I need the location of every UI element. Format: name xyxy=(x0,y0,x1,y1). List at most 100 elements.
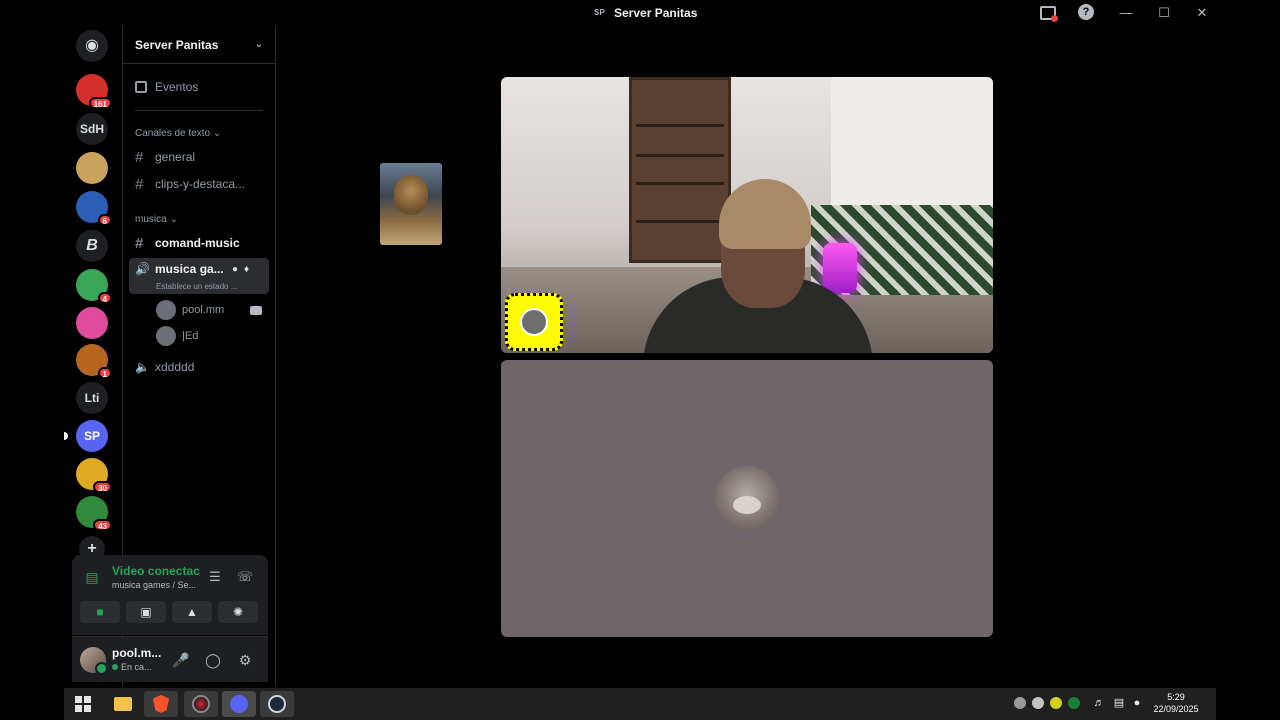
video-scene xyxy=(719,179,811,249)
channel-comand-music[interactable]: # comand-music xyxy=(135,232,267,254)
window-title: SP Server Panitas xyxy=(594,6,697,20)
camera-icon: ■ xyxy=(96,605,104,619)
chevron-down-icon: ⌄ xyxy=(254,39,263,50)
discord-home-button[interactable]: ◉ xyxy=(76,30,108,62)
inbox-icon xyxy=(1040,6,1058,22)
events-label: Eventos xyxy=(155,80,199,94)
server-icon-4[interactable]: 6 xyxy=(76,191,112,226)
taskbar-brave[interactable] xyxy=(144,691,178,717)
voice-user-ed[interactable]: |Ed xyxy=(156,326,198,346)
camera-button[interactable]: ■ xyxy=(80,601,120,623)
events-link[interactable]: Eventos xyxy=(135,80,198,94)
taskbar-steam[interactable] xyxy=(260,691,294,717)
clock-date: 22/09/2025 xyxy=(1153,704,1199,714)
minimize-button[interactable]: — xyxy=(1116,4,1136,22)
server-icon-lti[interactable]: Lti xyxy=(76,382,108,414)
start-button[interactable] xyxy=(66,691,100,717)
microphone-tray-icon[interactable]: ● xyxy=(1130,696,1144,710)
tray-app-icon[interactable] xyxy=(1032,697,1044,709)
tray-app-icon[interactable] xyxy=(1050,697,1062,709)
server-icon-8[interactable]: 1 xyxy=(76,344,112,379)
voice-user-name: pool.mm xyxy=(182,304,225,316)
app-icon xyxy=(192,695,210,713)
channel-clips[interactable]: # clips-y-destaca... xyxy=(135,173,267,195)
chat-icon[interactable]: ● xyxy=(232,264,238,275)
voice-channel-label: xddddd xyxy=(155,360,195,374)
hash-icon: # xyxy=(135,175,144,193)
mention-badge: 43 xyxy=(93,519,112,531)
soundboard-icon: ✺ xyxy=(232,605,244,619)
voice-channel-label: musica ga... xyxy=(155,262,224,276)
invite-icon[interactable]: ♦ xyxy=(244,264,249,275)
video-tile-avatar[interactable] xyxy=(501,360,993,637)
hash-icon: # xyxy=(135,148,144,166)
divider xyxy=(135,110,263,111)
channel-general[interactable]: # general xyxy=(135,146,267,168)
windows-icon xyxy=(75,696,91,712)
avatar[interactable] xyxy=(80,647,108,675)
network-icon[interactable]: ▤ xyxy=(1112,696,1126,710)
soundboard-button[interactable]: ✺ xyxy=(218,601,258,623)
taskbar-discord[interactable] xyxy=(222,691,256,717)
server-icon-12[interactable]: 43 xyxy=(76,496,112,531)
inbox-button[interactable] xyxy=(1040,4,1060,22)
snapcode-overlay xyxy=(505,293,563,351)
server-icon-1[interactable]: 161 xyxy=(76,74,112,109)
online-dot xyxy=(112,664,118,670)
server-icon-3[interactable] xyxy=(76,152,108,184)
maximize-button[interactable]: ☐ xyxy=(1154,4,1174,22)
clock[interactable]: 5:29 22/09/2025 xyxy=(1144,691,1208,715)
mention-badge: 4 xyxy=(97,292,112,304)
clock-time: 5:29 xyxy=(1167,692,1185,702)
microphone-icon[interactable]: 🎤 xyxy=(172,651,190,669)
video-tile-camera[interactable] xyxy=(501,77,993,353)
user-status-text: En ca... xyxy=(121,662,152,672)
noise-suppression-icon[interactable]: ☰ xyxy=(206,569,224,585)
voice-user-pool[interactable]: pool.mm xyxy=(156,300,224,320)
tray-app-icon[interactable] xyxy=(1068,697,1080,709)
taskbar-explorer[interactable] xyxy=(106,691,140,717)
channel-label: clips-y-destaca... xyxy=(155,177,246,191)
server-icon-11[interactable]: 30 xyxy=(76,458,112,493)
screen-share-button[interactable]: ▣ xyxy=(126,601,166,623)
avatar xyxy=(156,326,176,346)
selected-indicator xyxy=(64,432,68,440)
user-name[interactable]: pool.m... xyxy=(112,646,168,660)
volume-icon[interactable]: ♬ xyxy=(1092,696,1106,710)
server-icon-sp[interactable]: SP xyxy=(64,420,108,452)
steam-tray-icon[interactable] xyxy=(1014,697,1026,709)
category-musica[interactable]: musica ⌄ xyxy=(135,214,178,225)
server-icon-sdh[interactable]: SdH xyxy=(76,113,108,145)
help-button[interactable]: ? xyxy=(1078,4,1098,22)
folder-icon xyxy=(114,697,132,711)
close-button[interactable]: ✕ xyxy=(1192,4,1212,22)
category-text-channels[interactable]: Canales de texto ⌄ xyxy=(135,128,221,139)
camera-icon xyxy=(250,306,262,315)
window-controls: ? — ☐ ✕ xyxy=(1022,4,1212,22)
chevron-down-icon: ⌄ xyxy=(169,214,178,225)
taskbar-app[interactable] xyxy=(184,691,218,717)
activity-button[interactable]: ▲ xyxy=(172,601,212,623)
mention-badge: 30 xyxy=(93,481,112,493)
headphones-icon[interactable]: ◯ xyxy=(204,651,222,669)
voice-status-title[interactable]: Video conectac xyxy=(112,564,200,578)
server-icon-7[interactable] xyxy=(76,307,108,339)
disconnect-icon[interactable]: ☏ xyxy=(236,569,254,585)
voice-channel-xddddd[interactable]: 🔈 xddddd xyxy=(135,356,267,378)
os-taskbar: ♬ ▤ ● 5:29 22/09/2025 xyxy=(64,688,1216,720)
gamepad-icon: ▲ xyxy=(186,605,198,619)
user-status[interactable]: En ca... xyxy=(112,662,168,672)
server-glyph: SP xyxy=(594,8,605,17)
signal-icon[interactable]: ▤ xyxy=(82,567,102,587)
guild-header[interactable]: Server Panitas ⌄ xyxy=(123,26,275,64)
speaker-icon: 🔈 xyxy=(135,360,150,374)
system-tray xyxy=(1014,697,1080,709)
server-icon-6[interactable]: 4 xyxy=(76,269,112,304)
server-icon-b[interactable]: B xyxy=(76,230,108,262)
video-scene xyxy=(629,77,731,263)
voice-status-subtitle[interactable]: musica games / Se... xyxy=(112,580,200,590)
gear-icon[interactable]: ⚙ xyxy=(236,651,254,669)
brave-icon xyxy=(153,695,169,713)
hash-icon: # xyxy=(135,234,144,252)
picture-in-picture-tile[interactable] xyxy=(380,163,442,245)
